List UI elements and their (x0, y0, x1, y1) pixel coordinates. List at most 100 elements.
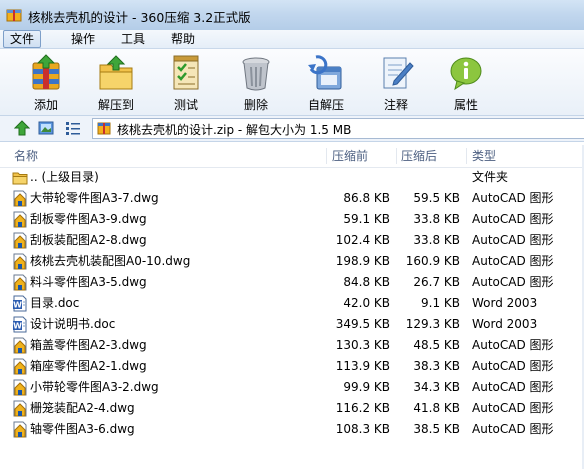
self-extract-icon (308, 55, 342, 90)
file-size: 130.3 KB (335, 338, 390, 352)
menu-bar: 文件 操作 工具 帮助 (0, 30, 584, 49)
file-row[interactable]: 刮板装配图A2-8.dwg 102.4 KB 33.8 KB AutoCAD 图… (0, 230, 584, 251)
dwg-file-icon (13, 337, 27, 354)
svg-text:W: W (13, 322, 22, 331)
file-row[interactable]: 刮板零件图A3-9.dwg 59.1 KB 33.8 KB AutoCAD 图形 (0, 209, 584, 230)
list-view-icon[interactable] (65, 120, 81, 136)
file-packed-size: 38.5 KB (413, 422, 460, 436)
dwg-file-icon (13, 358, 27, 375)
menu-help[interactable]: 帮助 (164, 30, 202, 48)
dwg-file-icon (13, 400, 27, 417)
up-arrow-icon[interactable] (14, 120, 30, 136)
address-bar: 核桃去壳机的设计.zip - 解包大小为 1.5 MB (0, 116, 584, 142)
test-button[interactable]: 测试 (155, 51, 217, 113)
extract-folder-icon (99, 55, 133, 90)
selfextract-label: 自解压 (307, 98, 344, 112)
trash-can-icon (242, 57, 270, 91)
file-list: .. (上级目录) 文件夹 大带轮零件图A3-7.dwg 86.8 KB 59.… (0, 167, 584, 469)
file-name: .. (上级目录) (30, 170, 99, 184)
dwg-file-icon (13, 232, 27, 249)
file-packed-size: 160.9 KB (405, 254, 460, 268)
file-size: 59.1 KB (343, 212, 390, 226)
add-archive-icon (32, 54, 60, 90)
file-type: AutoCAD 图形 (472, 422, 554, 436)
dwg-file-icon (13, 253, 27, 270)
file-size: 86.8 KB (343, 191, 390, 205)
column-header: 名称 压缩前 压缩后 类型 (0, 145, 584, 168)
file-row[interactable]: 箱盖零件图A2-3.dwg 130.3 KB 48.5 KB AutoCAD 图… (0, 335, 584, 356)
file-size: 42.0 KB (343, 296, 390, 310)
file-type: AutoCAD 图形 (472, 275, 554, 289)
file-row[interactable]: 大带轮零件图A3-7.dwg 86.8 KB 59.5 KB AutoCAD 图… (0, 188, 584, 209)
test-label: 测试 (173, 98, 198, 112)
file-row[interactable]: 料斗零件图A3-5.dwg 84.8 KB 26.7 KB AutoCAD 图形 (0, 272, 584, 293)
column-divider[interactable] (326, 148, 327, 164)
file-size: 108.3 KB (335, 422, 390, 436)
file-row[interactable]: W 设计说明书.doc 349.5 KB 129.3 KB Word 2003 (0, 314, 584, 335)
file-name: 大带轮零件图A3-7.dwg (30, 191, 159, 205)
file-name: 栅笼装配A2-4.dwg (30, 401, 135, 415)
file-row[interactable]: 箱座零件图A2-1.dwg 113.9 KB 38.3 KB AutoCAD 图… (0, 356, 584, 377)
dwg-file-icon (13, 274, 27, 291)
file-size: 198.9 KB (335, 254, 390, 268)
word-doc-icon: W (13, 316, 27, 333)
comment-pencil-icon (383, 57, 414, 89)
file-type: 文件夹 (472, 170, 509, 184)
thumbnail-view-icon[interactable] (38, 120, 54, 136)
file-type: AutoCAD 图形 (472, 380, 554, 394)
delete-button[interactable]: 删除 (225, 51, 287, 113)
file-packed-size: 59.5 KB (413, 191, 460, 205)
menu-file[interactable]: 文件 (3, 30, 42, 48)
file-packed-size: 38.3 KB (413, 359, 460, 373)
selfextract-button[interactable]: 自解压 (295, 51, 357, 113)
properties-label: 属性 (453, 98, 478, 112)
file-packed-size: 129.3 KB (405, 317, 460, 331)
file-size: 113.9 KB (335, 359, 390, 373)
extract-label: 解压到 (97, 98, 134, 112)
column-packed[interactable]: 压缩后 (401, 145, 437, 167)
file-type: AutoCAD 图形 (472, 338, 554, 352)
dwg-file-icon (13, 211, 27, 228)
file-row[interactable]: 核桃去壳机装配图A0-10.dwg 198.9 KB 160.9 KB Auto… (0, 251, 584, 272)
file-name: 目录.doc (30, 296, 80, 310)
extract-button[interactable]: 解压到 (85, 51, 147, 113)
comment-button[interactable]: 注释 (365, 51, 427, 113)
column-type[interactable]: 类型 (472, 145, 496, 167)
folder-icon (12, 172, 28, 185)
column-name[interactable]: 名称 (14, 145, 38, 167)
file-type: AutoCAD 图形 (472, 233, 554, 247)
path-field[interactable]: 核桃去壳机的设计.zip - 解包大小为 1.5 MB (92, 118, 584, 139)
file-type: AutoCAD 图形 (472, 191, 554, 205)
file-name: 刮板装配图A2-8.dwg (30, 233, 147, 247)
file-name: 核桃去壳机装配图A0-10.dwg (30, 254, 191, 268)
window-title: 核桃去壳机的设计 - 360压缩 3.2正式版 (28, 10, 251, 25)
file-packed-size: 26.7 KB (413, 275, 460, 289)
dwg-file-icon (13, 421, 27, 438)
file-row[interactable]: 小带轮零件图A3-2.dwg 99.9 KB 34.3 KB AutoCAD 图… (0, 377, 584, 398)
file-packed-size: 9.1 KB (421, 296, 460, 310)
file-type: Word 2003 (472, 296, 538, 310)
app-archive-icon (6, 9, 22, 22)
column-divider[interactable] (466, 148, 467, 164)
file-packed-size: 33.8 KB (413, 212, 460, 226)
file-row[interactable]: 轴零件图A3-6.dwg 108.3 KB 38.5 KB AutoCAD 图形 (0, 419, 584, 440)
file-type: AutoCAD 图形 (472, 401, 554, 415)
file-name: 箱盖零件图A2-3.dwg (30, 338, 147, 352)
menu-tools[interactable]: 工具 (114, 30, 152, 48)
menu-operate[interactable]: 操作 (64, 30, 102, 48)
file-type: AutoCAD 图形 (472, 359, 554, 373)
column-size[interactable]: 压缩前 (332, 145, 368, 167)
add-button[interactable]: 添加 (15, 51, 77, 113)
file-name: 小带轮零件图A3-2.dwg (30, 380, 159, 394)
properties-button[interactable]: 属性 (435, 51, 497, 113)
comment-label: 注释 (383, 98, 408, 112)
file-row[interactable]: 栅笼装配A2-4.dwg 116.2 KB 41.8 KB AutoCAD 图形 (0, 398, 584, 419)
column-divider[interactable] (396, 148, 397, 164)
file-row[interactable]: W 目录.doc 42.0 KB 9.1 KB Word 2003 (0, 293, 584, 314)
word-doc-icon: W (13, 295, 27, 312)
file-name: 轴零件图A3-6.dwg (30, 422, 135, 436)
title-bar: 核桃去壳机的设计 - 360压缩 3.2正式版 (0, 0, 584, 31)
zip-archive-icon (97, 122, 111, 135)
file-size: 116.2 KB (335, 401, 390, 415)
parent-folder-row[interactable]: .. (上级目录) 文件夹 (0, 167, 584, 188)
